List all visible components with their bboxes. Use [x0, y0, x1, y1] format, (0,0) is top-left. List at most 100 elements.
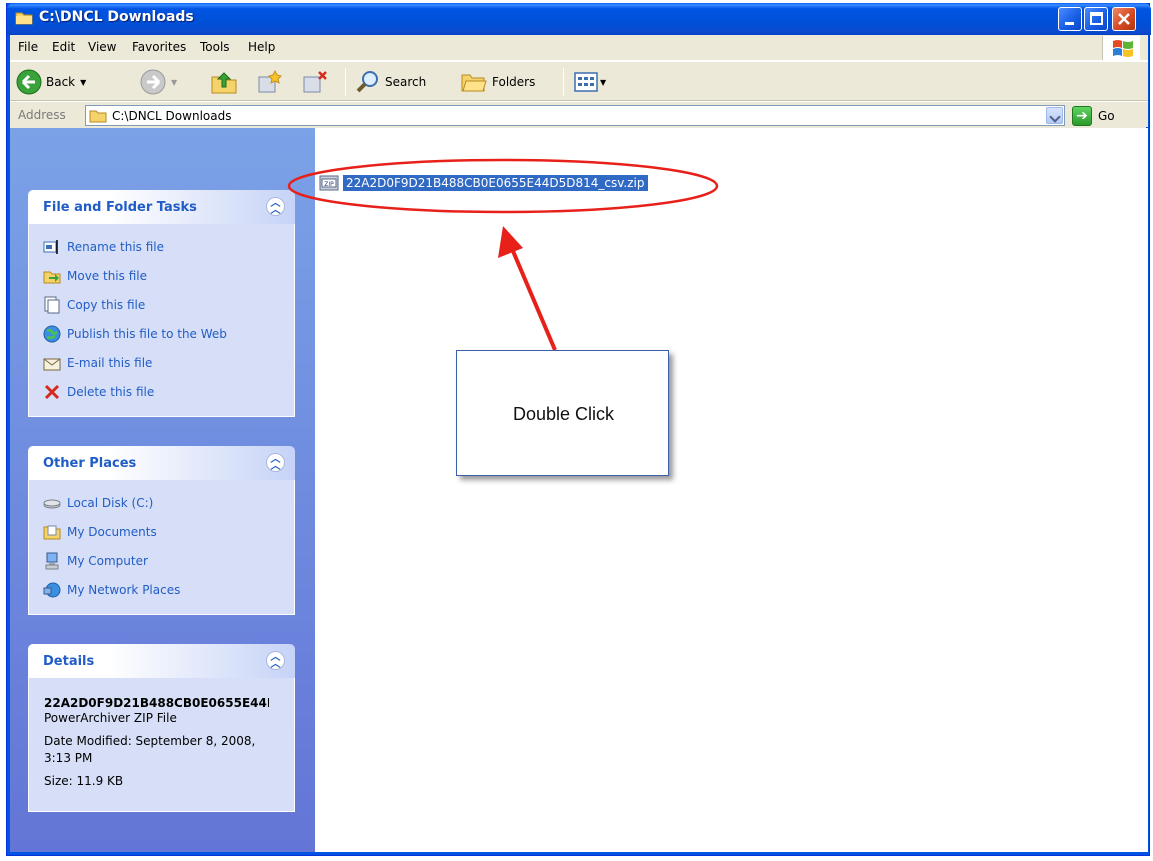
- windows-logo: [1102, 36, 1140, 60]
- folders-icon: [461, 74, 487, 92]
- my-documents-icon: [43, 525, 61, 539]
- details-date-modified: Date Modified: September 8, 2008, 3:13 P…: [44, 734, 256, 765]
- address-label: Address: [18, 108, 66, 122]
- menu-tools[interactable]: Tools: [200, 40, 230, 54]
- go-arrow-icon: ➔: [1072, 105, 1092, 126]
- panel-title: File and Folder Tasks: [43, 200, 197, 215]
- email-icon: [43, 358, 61, 370]
- move-icon: [43, 271, 61, 283]
- panel-title: Other Places: [43, 456, 137, 471]
- panel-body: Local Disk (C:) My Documents My Computer…: [28, 480, 295, 615]
- toolbar: Back ▼ ▼ Search Folders ▼: [10, 61, 1148, 101]
- views-dropdown-icon[interactable]: ▼: [600, 78, 606, 87]
- place-local-disk[interactable]: Local Disk (C:): [29, 488, 294, 517]
- network-places-icon: [43, 582, 61, 597]
- search-button[interactable]: Search: [355, 67, 426, 97]
- maximize-button[interactable]: [1084, 7, 1108, 31]
- collapse-button[interactable]: ︿ ︿: [266, 197, 285, 216]
- views-icon: [574, 72, 598, 92]
- views-button[interactable]: ▼: [573, 67, 606, 97]
- menu-help[interactable]: Help: [248, 40, 275, 54]
- delete-toolbar-button[interactable]: [300, 67, 328, 97]
- chevron-up-icon: ︿ ︿: [270, 198, 281, 216]
- task-label: Rename this file: [67, 239, 165, 254]
- forward-button[interactable]: ▼: [140, 67, 177, 97]
- panel-body: 22A2D0F9D21B488CB0E0655E44D5D814_csv.zip…: [28, 678, 295, 812]
- address-value: C:\DNCL Downloads: [112, 109, 232, 123]
- menu-file[interactable]: File: [18, 40, 38, 54]
- task-label: Copy this file: [67, 297, 146, 312]
- svg-text:ZIP: ZIP: [324, 181, 334, 188]
- place-label: My Network Places: [67, 582, 181, 597]
- go-button[interactable]: ➔ Go: [1072, 105, 1115, 126]
- collapse-button[interactable]: ︿ ︿: [266, 453, 285, 472]
- place-label: Local Disk (C:): [67, 495, 154, 510]
- forward-dropdown-icon[interactable]: ▼: [171, 78, 177, 87]
- delete-toolbar-icon: [303, 71, 327, 93]
- task-label: E-mail this file: [67, 355, 153, 370]
- callout-text: Double Click: [512, 404, 615, 424]
- search-label: Search: [385, 75, 427, 89]
- folder-icon: [89, 110, 107, 123]
- forward-arrow-icon: [140, 69, 166, 95]
- my-computer-icon: [45, 552, 59, 569]
- panel-header[interactable]: File and Folder Tasks ︿ ︿: [28, 190, 295, 224]
- up-button[interactable]: [210, 67, 238, 97]
- panel-header[interactable]: Details ︿ ︿: [28, 644, 295, 678]
- task-publish-web[interactable]: Publish this file to the Web: [29, 319, 294, 348]
- menu-bar: File Edit View Favorites Tools Help: [10, 35, 1148, 61]
- address-input[interactable]: C:\DNCL Downloads: [85, 105, 1065, 126]
- window-title: C:\DNCL Downloads: [39, 9, 194, 25]
- task-pane: File and Folder Tasks ︿ ︿ Rename this fil…: [10, 128, 315, 852]
- go-label: Go: [1098, 108, 1115, 123]
- copy-icon: [44, 296, 60, 313]
- task-label: Publish this file to the Web: [67, 326, 227, 341]
- menu-edit[interactable]: Edit: [52, 40, 75, 54]
- place-my-documents[interactable]: My Documents: [29, 517, 294, 546]
- other-places-panel: Other Places ︿ ︿ Local Disk (C:) My Docum…: [28, 446, 295, 615]
- address-dropdown-button[interactable]: [1046, 107, 1063, 124]
- callout-box: Double Click: [456, 350, 669, 476]
- details-size: Size: 11.9 KB: [44, 774, 124, 788]
- task-rename[interactable]: Rename this file: [29, 232, 294, 261]
- file-list[interactable]: ZIP 22A2D0F9D21B488CB0E0655E44D5D814_csv…: [315, 128, 1148, 852]
- folder-icon: [15, 12, 33, 25]
- delete-icon: [44, 384, 60, 399]
- file-item[interactable]: ZIP 22A2D0F9D21B488CB0E0655E44D5D814_csv…: [319, 173, 648, 193]
- details-file-type: PowerArchiver ZIP File: [44, 711, 177, 725]
- collapse-button[interactable]: ︿ ︿: [266, 651, 285, 670]
- move-to-button[interactable]: [255, 67, 283, 97]
- task-delete[interactable]: Delete this file: [29, 377, 294, 406]
- windows-flag-icon: [1113, 40, 1133, 57]
- back-arrow-icon: [16, 69, 42, 95]
- folders-button[interactable]: Folders: [460, 67, 535, 97]
- rename-icon: [43, 239, 58, 254]
- task-move[interactable]: Move this file: [29, 261, 294, 290]
- up-folder-icon: [211, 72, 237, 94]
- move-to-icon: [258, 69, 282, 93]
- chevron-up-icon: ︿ ︿: [270, 454, 281, 472]
- title-bar[interactable]: C:\DNCL Downloads: [7, 3, 1151, 35]
- place-my-computer[interactable]: My Computer: [29, 546, 294, 575]
- zip-file-icon: ZIP: [319, 175, 339, 191]
- panel-title: Details: [43, 654, 95, 669]
- place-network[interactable]: My Network Places: [29, 575, 294, 604]
- close-icon: [1118, 13, 1130, 25]
- back-label: Back: [46, 75, 76, 89]
- task-email[interactable]: E-mail this file: [29, 348, 294, 377]
- back-dropdown-icon[interactable]: ▼: [80, 78, 86, 87]
- chevron-up-icon: ︿ ︿: [270, 652, 281, 670]
- close-button[interactable]: [1112, 7, 1136, 31]
- back-button[interactable]: Back ▼: [16, 67, 86, 97]
- menu-view[interactable]: View: [88, 40, 116, 54]
- folders-label: Folders: [492, 75, 536, 89]
- task-label: Move this file: [67, 268, 147, 283]
- task-copy[interactable]: Copy this file: [29, 290, 294, 319]
- menu-favorites[interactable]: Favorites: [132, 40, 186, 54]
- toolbar-separator: [345, 68, 346, 96]
- place-label: My Computer: [67, 553, 148, 568]
- details-panel: Details ︿︿ 22A2D0F9D21B488CB0E0655E44D5D…: [28, 644, 295, 812]
- local-disk-icon: [43, 499, 61, 508]
- minimize-button[interactable]: [1058, 7, 1082, 31]
- panel-header[interactable]: Other Places ︿ ︿: [28, 446, 295, 480]
